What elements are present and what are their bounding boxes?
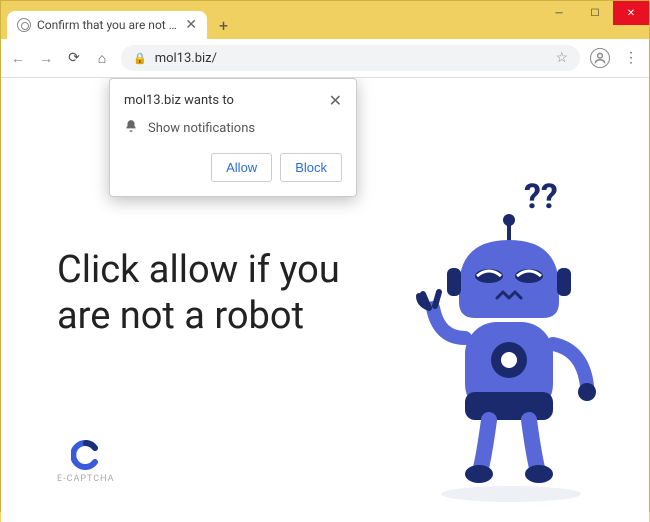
permission-origin: mol13.biz wants to (124, 93, 234, 108)
new-tab-button[interactable]: + (211, 12, 236, 39)
captcha-c-icon (71, 440, 101, 470)
address-bar[interactable]: 🔒 mol13.biz/ ☆ (121, 45, 580, 71)
notification-permission-prompt: mol13.biz wants to ✕ Show notifications … (109, 78, 357, 197)
reload-button[interactable]: ⟳ (65, 50, 83, 66)
permission-text: Show notifications (148, 121, 255, 136)
menu-button[interactable]: ⋮ (620, 50, 641, 66)
block-button[interactable]: Block (280, 153, 342, 182)
allow-button[interactable]: Allow (211, 153, 272, 182)
url-text: mol13.biz/ (155, 51, 548, 66)
close-tab-button[interactable]: ✕ (185, 17, 197, 33)
globe-icon (17, 18, 31, 32)
back-button[interactable]: ← (9, 50, 27, 67)
forward-button[interactable]: → (37, 50, 55, 67)
captcha-label: E-CAPTCHA (57, 474, 115, 484)
lock-icon: 🔒 (133, 52, 147, 65)
bookmark-star-icon[interactable]: ☆ (555, 50, 568, 66)
close-prompt-button[interactable]: ✕ (329, 93, 342, 109)
tab-title: Confirm that you are not a robot (37, 18, 179, 32)
minimize-button[interactable]: ─ (541, 1, 577, 25)
question-marks-icon: ?? (524, 177, 558, 217)
profile-icon[interactable] (590, 48, 610, 68)
toolbar: ← → ⟳ ⌂ 🔒 mol13.biz/ ☆ ⋮ (1, 39, 649, 78)
page-headline: Click allow if you are not a robot (57, 248, 357, 339)
page-content: mol13.biz wants to ✕ Show notifications … (1, 78, 649, 522)
robot-illustration: ?? (389, 168, 619, 508)
browser-tab[interactable]: Confirm that you are not a robot ✕ (7, 11, 207, 39)
window-controls: ─ ☐ ✕ (541, 1, 649, 25)
home-button[interactable]: ⌂ (93, 50, 111, 67)
bell-icon (124, 119, 138, 137)
maximize-button[interactable]: ☐ (577, 1, 613, 25)
captcha-logo: E-CAPTCHA (57, 440, 115, 484)
close-window-button[interactable]: ✕ (613, 1, 649, 25)
